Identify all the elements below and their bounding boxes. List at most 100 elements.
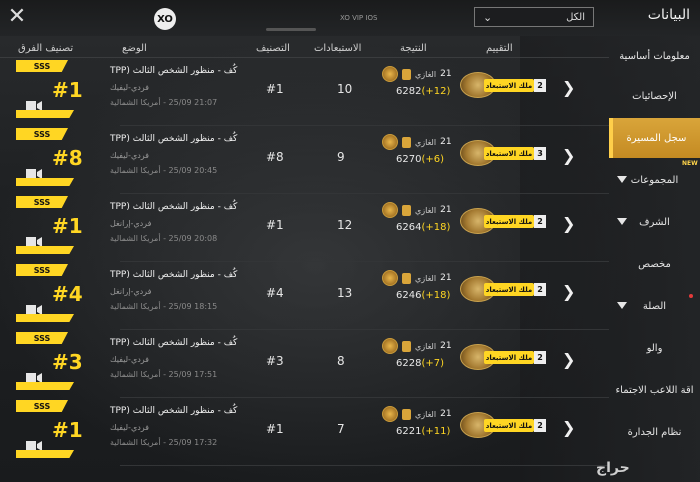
tier-emblem-icon bbox=[382, 270, 398, 286]
score-delta: (+12) bbox=[421, 86, 451, 97]
mode-title: كُف - منظور الشخص الثالث (TPP bbox=[110, 270, 238, 280]
chevron-right-icon[interactable]: ❯ bbox=[562, 418, 575, 437]
rating: ملك الاستبعاد 2 bbox=[460, 208, 546, 236]
chevron-right-icon[interactable]: ❯ bbox=[562, 214, 575, 233]
kills-value: 9 bbox=[337, 150, 345, 164]
tier-number: 21 bbox=[440, 205, 452, 215]
sidebar-item-custom[interactable]: مخصص bbox=[609, 244, 700, 284]
mode-title: كُف - منظور الشخص الثالث (TPP bbox=[110, 406, 238, 416]
team-rank-value: #8 bbox=[52, 146, 83, 170]
sidebar-item-label: الشرف bbox=[639, 216, 670, 228]
rating: ملك الاستبعاد 2 bbox=[460, 344, 546, 372]
rating-count: 2 bbox=[534, 283, 546, 296]
sidebar-item-honor[interactable]: الشرف bbox=[609, 202, 700, 242]
tier-label: الغازي bbox=[415, 137, 437, 147]
result-score: 6270(+6) bbox=[396, 154, 444, 165]
sidebar-item-stats[interactable]: الإحصائيات bbox=[609, 76, 700, 116]
filter-selected: الكل bbox=[566, 11, 585, 23]
score-delta: (+7) bbox=[421, 358, 444, 369]
rank-value: #1 bbox=[266, 82, 284, 96]
rating-label: ملك الاستبعاد bbox=[484, 147, 534, 160]
score-value: 6270 bbox=[396, 154, 422, 165]
sidebar-item-label: والو bbox=[646, 342, 663, 354]
table-row[interactable]: SSS #1 كُف - منظور الشخص الثالث (TPP فرد… bbox=[0, 398, 609, 466]
rating: ملك الاستبعاد 2 bbox=[460, 276, 546, 304]
table-row[interactable]: SSS #1 كُف - منظور الشخص الثالث (TPP فرد… bbox=[0, 58, 609, 126]
sidebar-item-relation[interactable]: الصلة bbox=[609, 286, 700, 326]
sidebar-item-collections[interactable]: NEW المجموعات bbox=[609, 160, 700, 200]
rating-label: ملك الاستبعاد bbox=[484, 215, 534, 228]
tier-badge-icon bbox=[402, 272, 411, 284]
score-value: 6282 bbox=[396, 86, 422, 97]
table-row[interactable]: SSS #8 كُف - منظور الشخص الثالث (TPP فرد… bbox=[0, 126, 609, 194]
tier-label: الغازي bbox=[415, 205, 437, 215]
result-score: 6282(+12) bbox=[396, 86, 450, 97]
rank-value: #4 bbox=[266, 286, 284, 300]
grade-bar bbox=[16, 450, 74, 458]
mode-map: فردي-إرانغل bbox=[110, 287, 152, 296]
column-header-rank: التصنيف bbox=[256, 43, 290, 54]
score-delta: (+18) bbox=[421, 290, 451, 301]
result-tier: الغازي 21 bbox=[382, 202, 452, 218]
rating-count: 2 bbox=[534, 79, 546, 92]
footer-watermark: حراج bbox=[596, 460, 630, 476]
chevron-right-icon[interactable]: ❯ bbox=[562, 282, 575, 301]
row-divider bbox=[120, 465, 609, 466]
score-value: 6246 bbox=[396, 290, 422, 301]
result-score: 6246(+18) bbox=[396, 290, 450, 301]
team-rank-value: #1 bbox=[52, 78, 83, 102]
chevron-right-icon[interactable]: ❯ bbox=[562, 146, 575, 165]
score-value: 6264 bbox=[396, 222, 422, 233]
top-bar: ✕ XO XO VIP IOS ⌄ الكل البيانات bbox=[0, 0, 700, 36]
sidebar-item-label: الصلة bbox=[642, 300, 667, 312]
sidebar-item-social-card[interactable]: اقة اللاعب الاجتماء bbox=[609, 370, 700, 410]
filter-dropdown[interactable]: ⌄ الكل bbox=[474, 7, 594, 27]
rating-count: 2 bbox=[534, 419, 546, 432]
close-icon[interactable]: ✕ bbox=[6, 6, 28, 28]
tier-number: 21 bbox=[440, 409, 452, 419]
mode-map: فردي-ليفيك bbox=[110, 355, 150, 364]
kills-value: 12 bbox=[337, 218, 353, 232]
page-title: البيانات bbox=[647, 7, 690, 23]
sidebar-item-label: الإحصائيات bbox=[632, 90, 677, 102]
result-tier: الغازي 21 bbox=[382, 270, 452, 286]
score-value: 6221 bbox=[396, 426, 422, 437]
new-badge: NEW bbox=[682, 160, 698, 167]
chevron-right-icon[interactable]: ❯ bbox=[562, 78, 575, 97]
grade-bar bbox=[16, 314, 74, 322]
score-delta: (+11) bbox=[421, 426, 451, 437]
tier-badge-icon bbox=[402, 68, 411, 80]
result-score: 6228(+7) bbox=[396, 358, 444, 369]
tier-number: 21 bbox=[440, 137, 452, 147]
sidebar-item-merit[interactable]: نظام الجدارة bbox=[609, 412, 700, 452]
tier-badge-icon bbox=[402, 340, 411, 352]
rating: ملك الاستبعاد 3 bbox=[460, 140, 546, 168]
sidebar-item-career[interactable]: سجل المسيرة bbox=[609, 118, 700, 158]
rating-label: ملك الاستبعاد bbox=[484, 351, 534, 364]
grade-badge: SSS bbox=[16, 264, 68, 276]
mode-map: فردي-ليفيك bbox=[110, 423, 150, 432]
sidebar-item-label: المجموعات bbox=[630, 174, 679, 186]
table-row[interactable]: SSS #4 كُف - منظور الشخص الثالث (TPP فرد… bbox=[0, 262, 609, 330]
rank-value: #1 bbox=[266, 218, 284, 232]
result-score: 6264(+18) bbox=[396, 222, 450, 233]
match-date: 21:07 25/09 - أمريكا الشمالية bbox=[110, 98, 218, 107]
team-rank-value: #1 bbox=[52, 214, 83, 238]
chevron-right-icon[interactable]: ❯ bbox=[562, 350, 575, 369]
mode-title: كُف - منظور الشخص الثالث (TPP bbox=[110, 134, 238, 144]
sidebar-item-walo[interactable]: والو bbox=[609, 328, 700, 368]
mode-title: كُف - منظور الشخص الثالث (TPP bbox=[110, 338, 238, 348]
tier-label: الغازي bbox=[415, 341, 437, 351]
mode-title: كُف - منظور الشخص الثالث (TPP bbox=[110, 66, 238, 76]
chevron-down-icon bbox=[617, 218, 627, 225]
score-value: 6228 bbox=[396, 358, 422, 369]
sidebar-item-label: مخصص bbox=[638, 258, 671, 270]
table-row[interactable]: SSS #3 كُف - منظور الشخص الثالث (TPP فرد… bbox=[0, 330, 609, 398]
match-date: 17:51 25/09 - أمريكا الشمالية bbox=[110, 370, 218, 379]
tier-label: الغازي bbox=[415, 273, 437, 283]
table-row[interactable]: SSS #1 كُف - منظور الشخص الثالث (TPP فرد… bbox=[0, 194, 609, 262]
team-rank-value: #3 bbox=[52, 350, 83, 374]
grade-bar bbox=[16, 110, 74, 118]
rank-value: #3 bbox=[266, 354, 284, 368]
sidebar-item-basic-info[interactable]: معلومات أساسية bbox=[609, 36, 700, 76]
